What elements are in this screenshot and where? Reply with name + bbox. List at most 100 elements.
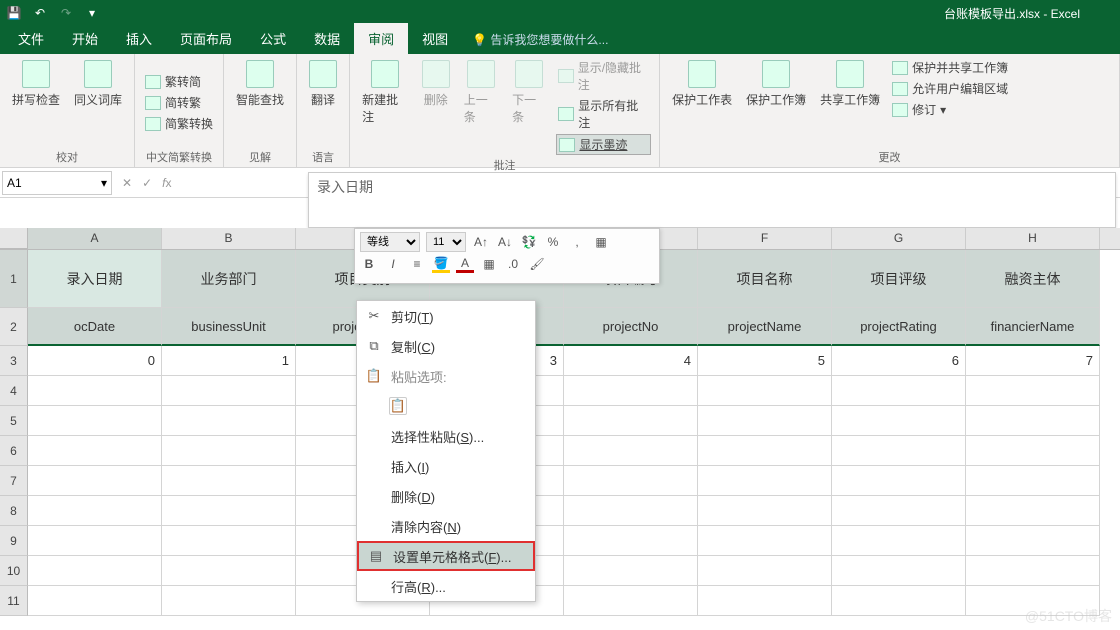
cell[interactable] bbox=[966, 406, 1100, 436]
cell[interactable] bbox=[162, 436, 296, 466]
cell[interactable] bbox=[564, 556, 698, 586]
row-header[interactable]: 10 bbox=[0, 556, 28, 586]
cell[interactable]: financierName bbox=[966, 308, 1100, 346]
undo-icon[interactable]: ↶ bbox=[32, 5, 48, 21]
qat-dropdown-icon[interactable]: ▾ bbox=[84, 5, 100, 21]
currency-icon[interactable]: 💱 bbox=[520, 233, 538, 251]
cell[interactable] bbox=[698, 406, 832, 436]
select-all-corner[interactable] bbox=[0, 228, 28, 249]
cell[interactable]: 录入日期 bbox=[28, 250, 162, 308]
cell[interactable]: ocDate bbox=[28, 308, 162, 346]
cell[interactable] bbox=[28, 406, 162, 436]
convert-button[interactable]: 简繁转换 bbox=[143, 114, 215, 133]
cancel-icon[interactable]: ✕ bbox=[122, 176, 132, 190]
cell[interactable] bbox=[162, 466, 296, 496]
decrease-font-icon[interactable]: A↓ bbox=[496, 233, 514, 251]
cell[interactable]: 5 bbox=[698, 346, 832, 376]
cell[interactable] bbox=[28, 376, 162, 406]
cell[interactable] bbox=[832, 586, 966, 616]
cell[interactable] bbox=[698, 496, 832, 526]
enter-icon[interactable]: ✓ bbox=[142, 176, 152, 190]
cell[interactable] bbox=[966, 376, 1100, 406]
decimal-icon[interactable]: .0 bbox=[504, 255, 522, 273]
fill-color-icon[interactable]: 🪣 bbox=[432, 255, 450, 273]
tab-data[interactable]: 数据 bbox=[300, 23, 354, 54]
cell[interactable] bbox=[698, 376, 832, 406]
cell[interactable] bbox=[966, 466, 1100, 496]
tab-home[interactable]: 开始 bbox=[58, 23, 112, 54]
cell[interactable] bbox=[966, 496, 1100, 526]
cell[interactable] bbox=[698, 466, 832, 496]
smart-lookup-button[interactable]: 智能查找 bbox=[232, 58, 288, 110]
cell-style-icon[interactable]: ▦ bbox=[592, 233, 610, 251]
ctx-paste-icon-row[interactable]: 📋 bbox=[357, 391, 535, 421]
name-box[interactable]: A1▾ bbox=[2, 171, 112, 195]
col-header[interactable]: A bbox=[28, 228, 162, 249]
cell[interactable]: 6 bbox=[832, 346, 966, 376]
delete-comment-button[interactable]: 删除 bbox=[418, 58, 454, 110]
next-comment-button[interactable]: 下一条 bbox=[508, 58, 550, 127]
bold-icon[interactable]: B bbox=[360, 255, 378, 273]
cell[interactable] bbox=[564, 436, 698, 466]
align-icon[interactable]: ≡ bbox=[408, 255, 426, 273]
col-header[interactable]: G bbox=[832, 228, 966, 249]
format-painter-icon[interactable]: 🖌 bbox=[528, 255, 546, 273]
show-hide-comment-button[interactable]: 显示/隐藏批注 bbox=[556, 58, 651, 94]
cell[interactable] bbox=[832, 406, 966, 436]
cell[interactable] bbox=[564, 466, 698, 496]
comma-icon[interactable]: , bbox=[568, 233, 586, 251]
prev-comment-button[interactable]: 上一条 bbox=[460, 58, 502, 127]
cell[interactable] bbox=[832, 466, 966, 496]
ctx-format-cells[interactable]: ▤设置单元格格式(F)... bbox=[357, 541, 535, 571]
cell[interactable] bbox=[564, 406, 698, 436]
row-header[interactable]: 3 bbox=[0, 346, 28, 376]
allow-edit-ranges-button[interactable]: 允许用户编辑区域 bbox=[890, 79, 1010, 98]
cell[interactable] bbox=[28, 496, 162, 526]
spellcheck-button[interactable]: 拼写检查 bbox=[8, 58, 64, 110]
track-changes-button[interactable]: 修订 ▾ bbox=[890, 100, 1010, 119]
cell[interactable] bbox=[162, 556, 296, 586]
tab-formulas[interactable]: 公式 bbox=[246, 23, 300, 54]
redo-icon[interactable]: ↷ bbox=[58, 5, 74, 21]
col-header[interactable]: F bbox=[698, 228, 832, 249]
cell[interactable] bbox=[162, 586, 296, 616]
cell[interactable] bbox=[832, 526, 966, 556]
cell[interactable]: 融资主体 bbox=[966, 250, 1100, 308]
ctx-row-height[interactable]: 行高(R)... bbox=[357, 571, 535, 601]
show-all-comments-button[interactable]: 显示所有批注 bbox=[556, 96, 651, 132]
tab-layout[interactable]: 页面布局 bbox=[166, 23, 246, 54]
cell[interactable] bbox=[162, 496, 296, 526]
cell[interactable] bbox=[966, 556, 1100, 586]
font-color-icon[interactable]: A bbox=[456, 255, 474, 273]
font-size-select[interactable]: 11 bbox=[426, 232, 466, 252]
ctx-clear[interactable]: 清除内容(N) bbox=[357, 511, 535, 541]
increase-font-icon[interactable]: A↑ bbox=[472, 233, 490, 251]
cell[interactable] bbox=[698, 526, 832, 556]
protect-share-button[interactable]: 保护并共享工作簿 bbox=[890, 58, 1010, 77]
cell[interactable] bbox=[28, 526, 162, 556]
ctx-paste-special[interactable]: 选择性粘贴(S)... bbox=[357, 421, 535, 451]
cell[interactable]: 业务部门 bbox=[162, 250, 296, 308]
row-header[interactable]: 8 bbox=[0, 496, 28, 526]
cell[interactable] bbox=[162, 376, 296, 406]
row-header[interactable]: 2 bbox=[0, 308, 28, 346]
cell[interactable]: 0 bbox=[28, 346, 162, 376]
cell[interactable] bbox=[564, 526, 698, 556]
save-icon[interactable]: 💾 bbox=[6, 5, 22, 21]
ctx-cut[interactable]: ✂剪切(T) bbox=[357, 301, 535, 331]
cell[interactable] bbox=[832, 376, 966, 406]
cell[interactable] bbox=[564, 376, 698, 406]
cell[interactable]: 7 bbox=[966, 346, 1100, 376]
cell[interactable] bbox=[832, 436, 966, 466]
row-header[interactable]: 1 bbox=[0, 250, 28, 308]
chevron-down-icon[interactable]: ▾ bbox=[101, 176, 107, 190]
font-select[interactable]: 等线 bbox=[360, 232, 420, 252]
cell[interactable]: 项目名称 bbox=[698, 250, 832, 308]
row-header[interactable]: 7 bbox=[0, 466, 28, 496]
ctx-delete[interactable]: 删除(D) bbox=[357, 481, 535, 511]
cell[interactable] bbox=[28, 586, 162, 616]
cell[interactable] bbox=[698, 436, 832, 466]
cell[interactable] bbox=[832, 556, 966, 586]
italic-icon[interactable]: I bbox=[384, 255, 402, 273]
col-header[interactable]: B bbox=[162, 228, 296, 249]
